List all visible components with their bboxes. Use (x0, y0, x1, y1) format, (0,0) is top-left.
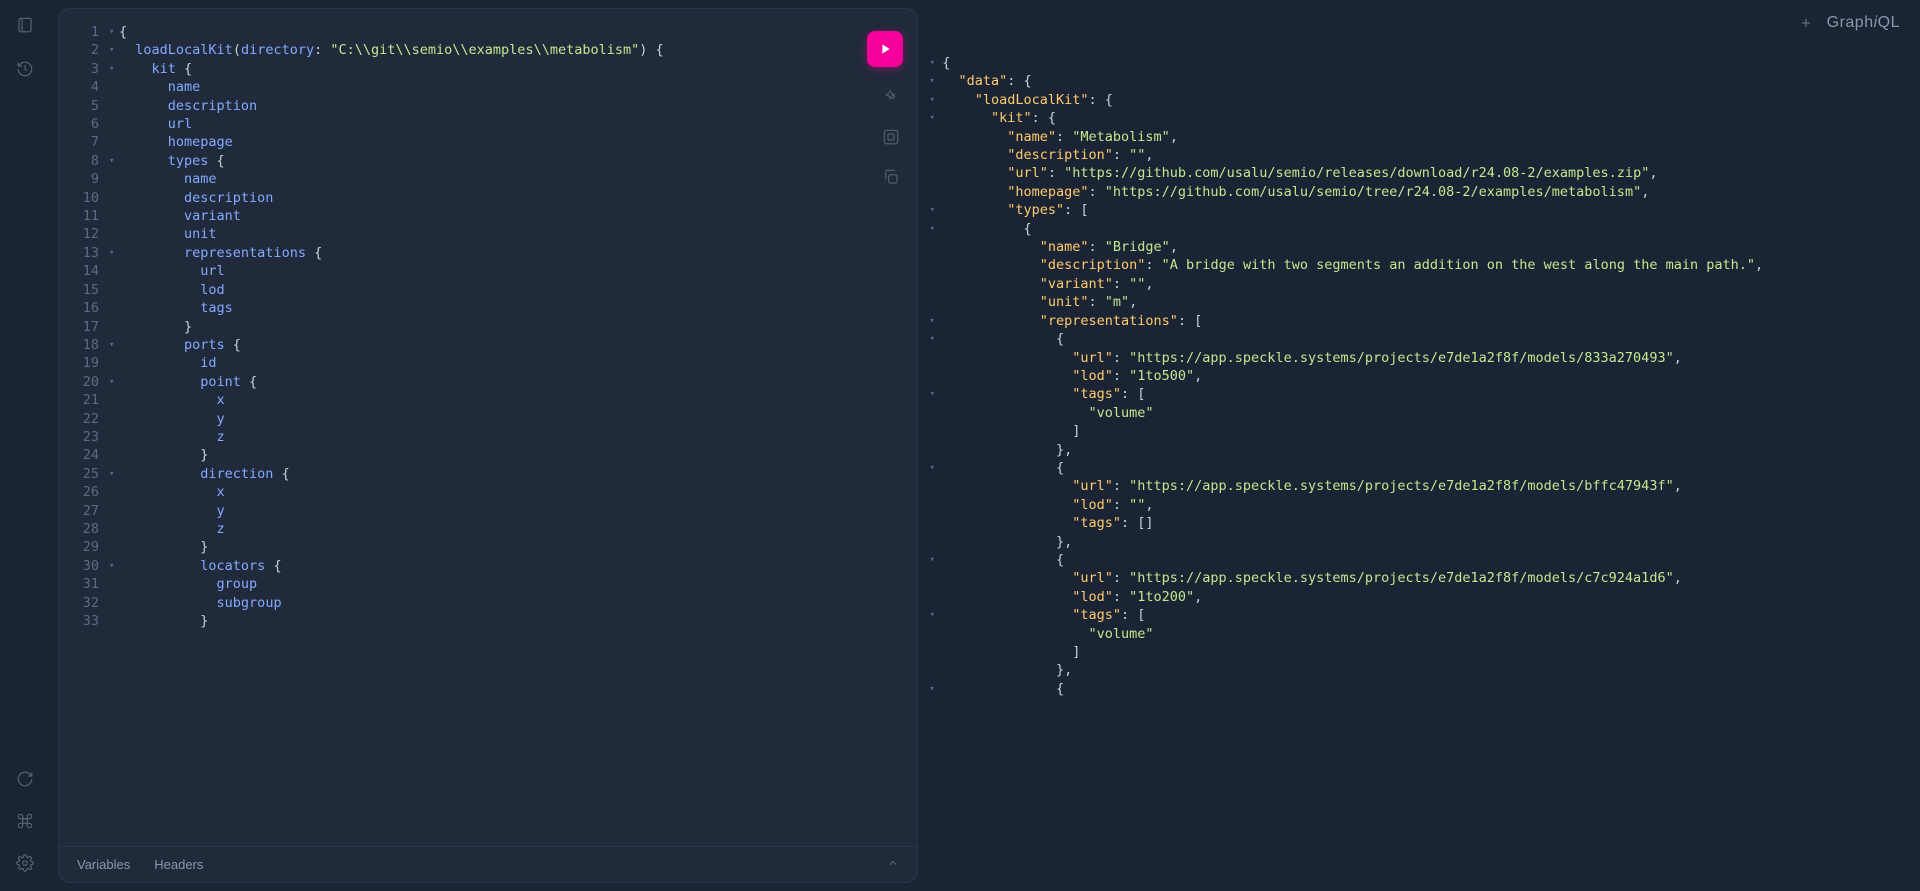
history-icon[interactable] (15, 59, 35, 79)
query-editor[interactable]: 1▾{2▾ loadLocalKit(directory: "C:\\git\\… (59, 9, 917, 846)
left-sidebar (0, 0, 50, 891)
query-editor-panel: 1▾{2▾ loadLocalKit(directory: "C:\\git\\… (58, 8, 918, 883)
response-panel: GraphiQL ▾{▾ "data": {▾ "loadLocalKit": … (922, 0, 1920, 891)
tab-headers[interactable]: Headers (154, 857, 203, 872)
new-tab-icon[interactable] (1797, 14, 1815, 32)
settings-icon[interactable] (15, 853, 35, 873)
run-query-button[interactable] (867, 31, 903, 67)
prettify-icon[interactable] (881, 87, 901, 107)
docs-icon[interactable] (15, 15, 35, 35)
merge-icon[interactable] (881, 127, 901, 147)
app-logo: GraphiQL (1827, 14, 1900, 32)
copy-icon[interactable] (881, 167, 901, 187)
bottom-tabs: Variables Headers (59, 846, 917, 882)
tab-variables[interactable]: Variables (77, 857, 130, 872)
main-area: 1▾{2▾ loadLocalKit(directory: "C:\\git\\… (50, 0, 1920, 891)
response-viewer[interactable]: ▾{▾ "data": {▾ "loadLocalKit": {▾ "kit":… (922, 0, 1920, 891)
refetch-icon[interactable] (15, 769, 35, 789)
shortcuts-icon[interactable] (15, 811, 35, 831)
tabs-expand-icon[interactable] (887, 857, 899, 872)
editor-toolbar (881, 87, 901, 187)
